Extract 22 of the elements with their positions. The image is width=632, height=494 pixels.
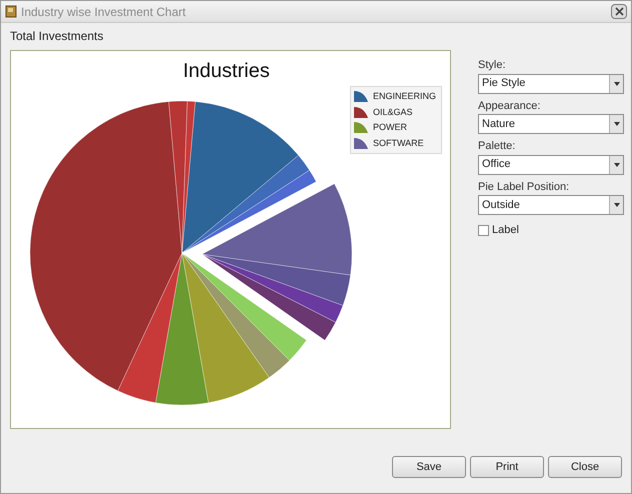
group-label: Total Investments [10,28,104,45]
checkbox[interactable] [478,224,489,236]
legend-label: OIL&GAS [373,106,413,118]
chart-title: Industries [183,59,270,84]
dropdown[interactable]: Pie Style [478,74,624,94]
field-label: Appearance: [478,98,542,114]
dialog-button[interactable]: Close [548,456,622,478]
legend-label: ENGINEERING [373,90,436,103]
legend-label: POWER [373,121,408,134]
dialog-button[interactable]: Print [470,456,544,478]
legend-label: SOFTWARE [373,136,424,150]
dropdown[interactable]: Office [478,154,624,174]
checkbox-label: Label [492,223,519,238]
app-icon [5,5,17,18]
field-label: Style: [478,58,507,73]
window-title: Industry wise Investment Chart [21,4,186,20]
dropdown[interactable]: Nature [478,114,624,134]
close-icon[interactable] [611,4,627,19]
dialog-button[interactable]: Save [392,456,466,478]
field-label: Pie Label Position: [478,180,570,194]
dropdown[interactable]: Outside [478,195,624,215]
field-label: Palette: [478,139,516,154]
